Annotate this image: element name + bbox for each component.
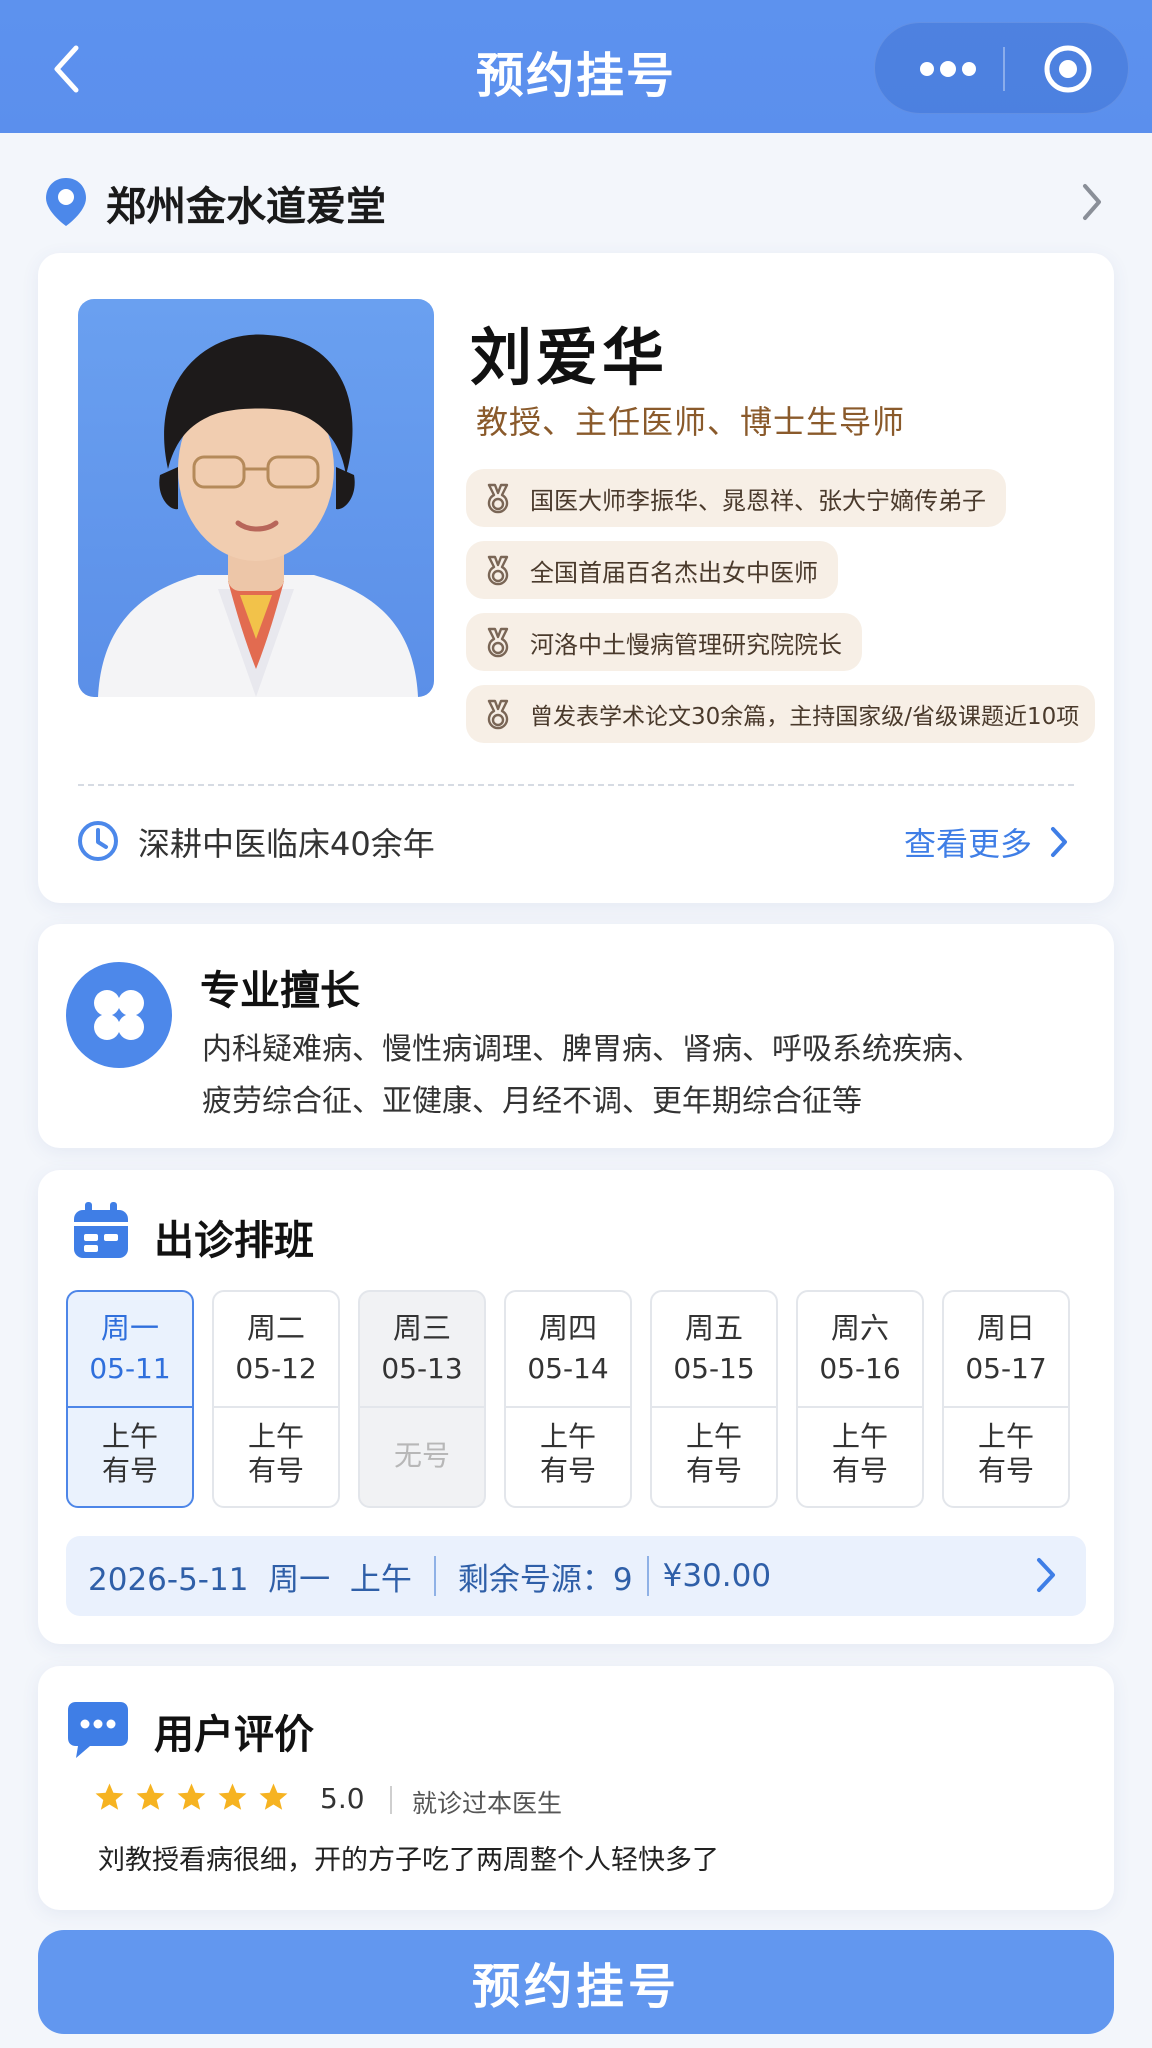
period-label: 上午 [685,1420,742,1453]
schedule-day-thu[interactable]: 周四 05-14 上午 有号 [504,1290,632,1508]
divider [78,784,1074,786]
schedule-card: 出诊排班 周一 05-11 上午 有号 周二 05-12 上午 有号 周三 05-13 无… [38,1170,1114,1644]
experience-text: 深耕中医临床40余年 [138,825,435,863]
reviews-title: 用户评价 [154,1712,314,1758]
star-rating [94,1782,289,1812]
honor-tag: 全国首届百名杰出女中医师 [466,541,838,599]
doctor-name: 刘爱华 [470,321,669,394]
schedule-day-sat[interactable]: 周六 05-16 上午 有号 [796,1290,924,1508]
divider [390,1786,392,1814]
specialty-card: 专业擅长 内科疑难病、慢性病调理、脾胃病、肾病、呼吸系统疾病、 疲劳综合征、亚健… [38,924,1114,1148]
divider [433,1556,436,1596]
doctor-title: 教授、主任医师、博士生导师 [476,403,906,441]
remaining-slots: 剩余号源：9 [457,1561,633,1598]
rating-value: 5.0 [320,1782,365,1815]
hospital-name: 郑州金水道爱堂 [106,184,386,230]
medal-icon [482,626,514,658]
availability-label: 无号 [393,1439,450,1472]
navigation-bar: 预约挂号 [0,0,1152,133]
star-icon [136,1783,165,1810]
divider [646,1556,649,1596]
weekday-label: 周六 [830,1311,889,1345]
availability-label: 有号 [101,1454,158,1487]
weekday-label: 周四 [538,1311,597,1345]
honor-tag-text: 全国首届百名杰出女中医师 [530,558,818,587]
clock-icon [78,821,118,861]
medal-icon [482,482,514,514]
star-icon [177,1783,206,1810]
selected-datetime: 2026-5-11 周一 上午 [88,1561,412,1598]
availability-label: 有号 [685,1454,742,1487]
chevron-right-icon[interactable] [1048,825,1070,859]
schedule-day-sun[interactable]: 周日 05-17 上午 有号 [942,1290,1070,1508]
reviews-card: 用户评价 5.0 就诊过本医生 刘教授看病很细，开的方子吃了两周整个人轻快多了 [38,1666,1114,1910]
date-label: 05-14 [527,1352,609,1385]
star-icon [259,1783,288,1810]
doctor-portrait-image [98,334,418,697]
date-label: 05-15 [673,1352,755,1385]
date-label: 05-17 [965,1352,1047,1385]
weekday-label: 周二 [246,1311,305,1345]
availability-label: 有号 [539,1454,596,1487]
schedule-title: 出诊排班 [154,1218,314,1264]
schedule-day-fri[interactable]: 周五 05-15 上午 有号 [650,1290,778,1508]
review-comment: 刘教授看病很细，开的方子吃了两周整个人轻快多了 [98,1845,719,1876]
period-label: 上午 [977,1420,1034,1453]
review-tag: 就诊过本医生 [412,1789,563,1818]
calendar-icon [74,1202,128,1258]
chat-bubble-icon [68,1702,128,1758]
chevron-right-icon [1037,1558,1055,1592]
location-row[interactable]: 郑州金水道爱堂 [0,160,1152,244]
honor-tag-text: 国医大师李振华、晁恩祥、张大宁嫡传弟子 [530,486,986,515]
date-label: 05-12 [235,1352,317,1385]
medal-icon [482,698,514,730]
period-label: 上午 [539,1420,596,1453]
more-dots-icon [920,61,976,77]
schedule-day-tue[interactable]: 周二 05-12 上午 有号 [212,1290,340,1508]
schedule-day-wed: 周三 05-13 无号 [358,1290,486,1508]
specialty-line: 疲劳综合征、亚健康、月经不调、更年期综合征等 [202,1084,862,1119]
period-label: 上午 [247,1420,304,1453]
schedule-day-mon[interactable]: 周一 05-11 上午 有号 [66,1290,194,1508]
mini-program-capsule [874,22,1129,114]
period-label: 上午 [101,1420,158,1453]
view-more-link[interactable]: 查看更多 [904,819,1032,865]
doctor-photo [78,299,434,697]
star-icon [218,1783,247,1810]
specialty-line: 内科疑难病、慢性病调理、脾胃病、肾病、呼吸系统疾病、 [202,1032,982,1067]
selected-slot-bar[interactable]: 2026-5-11 周一 上午 剩余号源：9 ¥30.00 [66,1536,1086,1616]
doctor-card: 刘爱华 教授、主任医师、博士生导师 国医大师李振华、晁恩祥、张大宁嫡传弟子 全国… [38,253,1114,903]
chevron-right-icon [1083,184,1101,220]
page: 预约挂号 郑州金水道爱堂 刘爱华 教授、主任医师、博士生导师 国医大师李振华、晁… [0,0,1152,2048]
clover-icon [66,962,172,1068]
star-icon [95,1783,124,1810]
date-label: 05-16 [819,1352,901,1385]
honor-tag-text: 曾发表学术论文30余篇，主持国家级/省级课题近10项 [530,704,1080,730]
date-label: 05-11 [89,1352,171,1385]
weekday-label: 周五 [684,1311,743,1345]
honor-tag: 河洛中土慢病管理研究院院长 [466,613,862,671]
location-pin-icon [46,178,86,226]
more-button[interactable] [905,23,991,115]
price: ¥30.00 [662,1558,772,1594]
target-circle-icon [1044,45,1092,93]
honor-tag: 曾发表学术论文30余篇，主持国家级/省级课题近10项 [466,685,1096,743]
weekday-label: 周日 [976,1311,1035,1345]
weekday-label: 周一 [100,1311,159,1345]
weekday-label: 周三 [392,1311,451,1345]
availability-label: 有号 [977,1454,1034,1487]
honor-tag: 国医大师李振华、晁恩祥、张大宁嫡传弟子 [466,469,1006,527]
availability-label: 有号 [247,1454,304,1487]
availability-label: 有号 [831,1454,888,1487]
capsule-divider [1003,47,1005,91]
honor-tag-text: 河洛中土慢病管理研究院院长 [530,630,842,659]
specialty-text: 内科疑难病、慢性病调理、脾胃病、肾病、呼吸系统疾病、 疲劳综合征、亚健康、月经不… [202,1024,1082,1128]
specialty-title: 专业擅长 [200,968,360,1014]
medal-icon [482,554,514,586]
period-label: 上午 [831,1420,888,1453]
book-appointment-button[interactable]: 预约挂号 [38,1930,1114,2034]
close-button[interactable] [1013,23,1123,115]
date-label: 05-13 [381,1352,463,1385]
